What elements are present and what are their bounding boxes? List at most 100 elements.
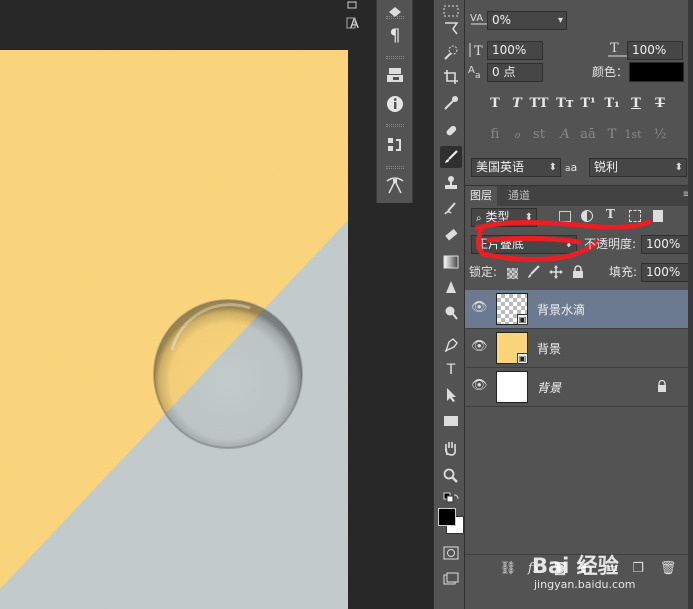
faux-bold-button[interactable]: T <box>485 94 505 114</box>
panel-scrollbar[interactable] <box>688 0 693 609</box>
rectangle-tool-icon[interactable] <box>440 410 462 432</box>
layers-bottom-bar: ⛓ fx ◙ ◐ ▭ ❐ 🗑 <box>465 554 693 609</box>
dock-grip[interactable] <box>386 56 404 59</box>
ligatures-button[interactable]: fi <box>485 125 505 145</box>
eraser-tool-icon[interactable] <box>440 224 462 246</box>
antialias-value: 锐利 <box>594 160 619 174</box>
tracking-field[interactable]: 0% ▾ <box>487 11 567 30</box>
contextual-alternates-button[interactable]: ℴ <box>507 125 527 145</box>
all-caps-button[interactable]: TT <box>529 94 549 114</box>
foreground-color-swatch[interactable] <box>438 508 456 526</box>
text-color-swatch[interactable] <box>629 62 684 82</box>
swash-button[interactable]: A <box>555 125 575 145</box>
adjustment-layer-icon[interactable]: ◐ <box>577 561 595 579</box>
quick-selection-tool-icon[interactable] <box>440 42 462 64</box>
opacity-field[interactable]: 100% <box>641 235 689 254</box>
new-layer-icon[interactable]: ❐ <box>629 561 647 579</box>
opacity-label: 不透明度: <box>584 237 637 251</box>
tools-panel: T <box>433 0 465 609</box>
eyedropper-tool-icon[interactable] <box>440 92 462 114</box>
visibility-eye-icon[interactable]: 👁 <box>471 378 488 394</box>
underline-button[interactable]: T <box>626 94 646 114</box>
delete-layer-icon[interactable]: 🗑 <box>659 561 677 579</box>
fill-value: 100% <box>646 265 681 279</box>
visibility-eye-icon[interactable]: 👁 <box>471 339 488 355</box>
brush-tool-icon[interactable] <box>440 146 462 168</box>
svg-text:VA: VA <box>470 13 483 24</box>
svg-text:a: a <box>475 71 481 81</box>
document-canvas[interactable] <box>0 50 348 609</box>
layer-thumbnail: ▣ <box>496 293 528 325</box>
tab-channels[interactable]: 通道 <box>503 186 535 206</box>
fractions-button[interactable]: ½ <box>650 125 670 145</box>
character-panel-icon[interactable] <box>383 0 407 24</box>
discretionary-ligatures-button[interactable]: st <box>529 125 549 145</box>
language-select[interactable]: 美国英语 ⬍ <box>471 158 561 177</box>
stamp-preset-icon[interactable] <box>383 63 407 87</box>
zoom-tool-icon[interactable] <box>440 465 462 487</box>
history-icon[interactable] <box>383 133 407 157</box>
layer-name: 背景 <box>537 342 562 356</box>
dock-grip[interactable] <box>386 166 404 169</box>
superscript-button[interactable]: T¹ <box>578 94 598 114</box>
paragraph-icon[interactable]: ¶ <box>383 24 407 48</box>
vertical-scale-field[interactable]: 100% <box>487 41 543 60</box>
panel-dock: ¶ <box>376 0 413 203</box>
stylistic-alternates-button[interactable]: aā <box>578 125 598 145</box>
path-icon[interactable] <box>383 174 407 198</box>
character-style-icon[interactable]: A <box>346 0 370 32</box>
gradient-tool-icon[interactable] <box>440 251 462 273</box>
tracking-value: 0% <box>492 13 512 27</box>
hand-tool-icon[interactable] <box>440 437 462 459</box>
dock-grip[interactable] <box>386 124 404 127</box>
tab-layers[interactable]: 图层 <box>465 186 497 206</box>
layer-style-icon[interactable]: fx <box>525 561 543 579</box>
link-layers-icon[interactable]: ⛓ <box>499 561 517 579</box>
canvas-area[interactable]: A <box>0 0 376 609</box>
character-panel: VA 0% ▾ T 100% T 100% Aa 0 点 颜色： T T TT … <box>465 0 693 185</box>
history-brush-tool-icon[interactable] <box>440 198 462 220</box>
layer-row[interactable]: 👁 背景 <box>465 368 689 407</box>
visibility-eye-icon[interactable]: 👁 <box>471 300 488 316</box>
pen-tool-icon[interactable] <box>440 334 462 356</box>
baseline-shift-icon: Aa <box>467 63 487 87</box>
layer-row[interactable]: 👁 ▣ 背景水滴 <box>465 290 689 329</box>
fill-field[interactable]: 100% <box>641 263 689 282</box>
path-selection-tool-icon[interactable] <box>440 384 462 406</box>
antialias-select[interactable]: 锐利 ⬍ <box>589 158 687 177</box>
screen-mode-icon[interactable] <box>440 568 462 590</box>
layers-panel: 图层 通道 ≡ ⌕ 类型 ⬍ T 正片叠底 ⬍ 不透明度: 100% 锁定: 填… <box>465 185 693 609</box>
svg-text:T: T <box>610 41 619 56</box>
quick-mask-icon[interactable] <box>440 542 462 564</box>
titling-alternates-button[interactable]: T <box>602 125 622 145</box>
lock-all-icon[interactable] <box>572 265 584 282</box>
subscript-button[interactable]: T₁ <box>602 94 622 114</box>
lasso-tool-icon[interactable] <box>440 17 462 39</box>
dodge-tool-icon[interactable] <box>440 302 462 324</box>
lock-position-icon[interactable] <box>549 265 563 282</box>
blur-tool-icon[interactable] <box>440 277 462 299</box>
horizontal-scale-field[interactable]: 100% <box>627 41 683 60</box>
small-caps-button[interactable]: Tт <box>555 94 575 114</box>
strikethrough-button[interactable]: T <box>650 94 670 114</box>
ordinals-button[interactable]: 1st <box>623 125 643 145</box>
lock-transparent-icon[interactable] <box>507 268 518 279</box>
info-icon[interactable] <box>383 92 407 116</box>
layer-name: 背景水滴 <box>537 303 586 317</box>
baseline-shift-field[interactable]: 0 点 <box>487 63 543 82</box>
dock-grip[interactable] <box>386 16 404 19</box>
horizontal-scale-icon: T <box>607 40 629 64</box>
chevron-down-icon[interactable]: ▾ <box>558 12 563 29</box>
add-mask-icon[interactable]: ◙ <box>551 561 569 579</box>
lock-pixels-icon[interactable] <box>527 265 541 283</box>
crop-tool-icon[interactable] <box>440 66 462 88</box>
language-value: 美国英语 <box>476 160 525 174</box>
faux-italic-button[interactable]: T <box>507 94 527 114</box>
new-group-icon[interactable]: ▭ <box>603 561 621 579</box>
default-colors-icon[interactable] <box>440 487 462 509</box>
antialias-icon-main: a <box>570 161 578 174</box>
healing-brush-tool-icon[interactable] <box>440 120 462 142</box>
type-tool-icon[interactable]: T <box>440 359 462 381</box>
clone-stamp-tool-icon[interactable] <box>440 172 462 194</box>
layer-row[interactable]: 👁 ▣ 背景 <box>465 329 689 368</box>
